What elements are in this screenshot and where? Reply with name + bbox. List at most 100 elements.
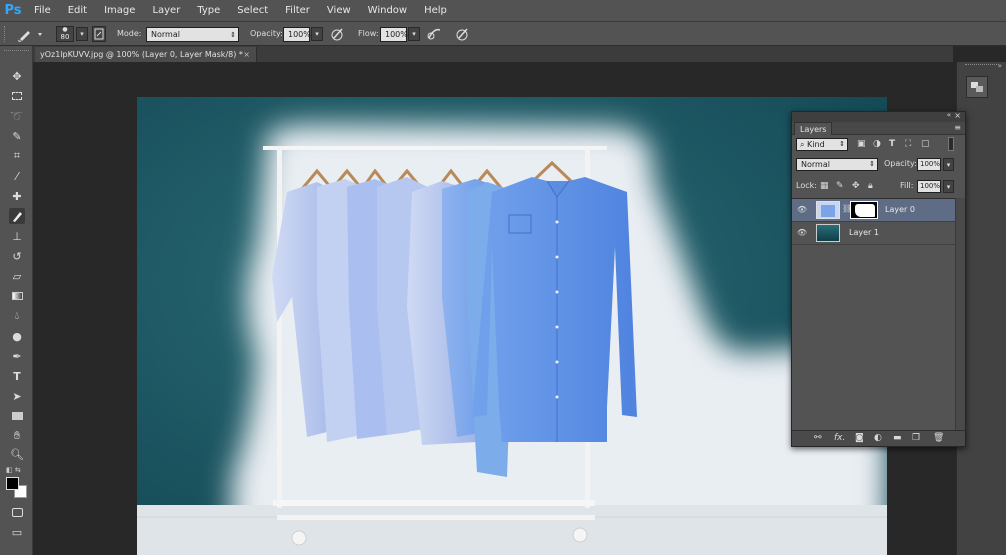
layers-scrollbar[interactable]: [955, 198, 965, 430]
document-tab-title: yOz1lpKUVV.jpg @ 100% (Layer 0, Layer Ma…: [40, 50, 243, 59]
menu-file[interactable]: File: [26, 0, 60, 22]
quick-mask-icon[interactable]: [9, 504, 25, 520]
fill-arrow-icon[interactable]: ▾: [943, 180, 954, 193]
move-tool-icon[interactable]: ✥: [9, 68, 25, 84]
visibility-eye-icon[interactable]: 👁︎: [796, 228, 808, 237]
layer-opacity-arrow-icon[interactable]: ▾: [943, 158, 954, 171]
filter-toggle[interactable]: [948, 137, 954, 151]
adjustment-filter-icon[interactable]: ◑: [873, 139, 881, 149]
flow-arrow-icon[interactable]: ▾: [408, 27, 420, 41]
eraser-tool-icon[interactable]: ▱: [9, 268, 25, 284]
options-bar: ● 80 ▾ Mode: Normal ⇕ Opacity: 100% ▾ Fl…: [0, 22, 1006, 46]
menu-help[interactable]: Help: [416, 0, 456, 22]
type-filter-icon[interactable]: T: [889, 139, 895, 149]
brush-size-value: 80: [60, 33, 70, 41]
menu-view[interactable]: View: [319, 0, 360, 22]
dock-collapse-icon[interactable]: »: [998, 62, 1002, 70]
history-brush-tool-icon[interactable]: ↺: [9, 248, 25, 264]
quick-selection-tool-icon[interactable]: ✎: [9, 128, 25, 144]
pressure-size-icon: [456, 28, 468, 41]
brush-tool-icon[interactable]: [9, 208, 25, 224]
pressure-size-button[interactable]: [454, 26, 470, 42]
mode-label: Mode:: [117, 29, 142, 38]
blend-mode-dropdown[interactable]: Normal ⇕: [796, 158, 878, 171]
crop-tool-icon[interactable]: ⌗: [9, 148, 25, 164]
lock-label: Lock:: [796, 181, 817, 190]
dock-grip[interactable]: [965, 64, 999, 70]
zoom-tool-icon[interactable]: 🔍︎: [9, 446, 25, 462]
brush-panel-toggle[interactable]: [92, 26, 106, 42]
hand-tool-icon[interactable]: ✋︎: [9, 428, 25, 444]
menu-type[interactable]: Type: [189, 0, 229, 22]
shape-filter-icon[interactable]: ⛶: [905, 139, 911, 149]
opacity-arrow-icon[interactable]: ▾: [311, 27, 323, 41]
brush-picker-arrow-icon[interactable]: ▾: [76, 27, 88, 41]
photoshop-logo[interactable]: Ps: [0, 0, 26, 22]
layer-row-layer-1[interactable]: 👁︎ Layer 1: [792, 222, 955, 245]
add-mask-icon[interactable]: ◙: [855, 433, 864, 443]
mode-dropdown[interactable]: Normal ⇕: [146, 27, 239, 42]
menu-select[interactable]: Select: [229, 0, 277, 22]
foreground-color-swatch[interactable]: [6, 477, 19, 490]
pen-tool-icon[interactable]: ✒︎: [9, 348, 25, 364]
layer-style-fx-icon[interactable]: fx.: [834, 433, 845, 443]
visibility-eye-icon[interactable]: 👁︎: [796, 205, 808, 214]
menu-window[interactable]: Window: [360, 0, 416, 22]
panel-tab-bar: Layers ≡: [792, 122, 965, 135]
layer-opacity-input[interactable]: 100%: [917, 158, 941, 171]
eyedropper-tool-icon[interactable]: ⁄: [9, 168, 25, 184]
default-colors-icon[interactable]: ◧ ⇆: [6, 466, 21, 474]
adjustment-layer-icon[interactable]: ◐: [874, 433, 882, 443]
menu-edit[interactable]: Edit: [60, 0, 96, 22]
path-selection-tool-icon[interactable]: ➤: [9, 388, 25, 404]
layer-1-name[interactable]: Layer 1: [849, 222, 879, 244]
document-image[interactable]: [137, 97, 887, 555]
lock-position-icon[interactable]: ✥: [852, 181, 860, 191]
panel-header[interactable]: « ×: [792, 111, 965, 122]
flow-input[interactable]: 100%: [380, 27, 408, 42]
lock-paint-icon[interactable]: ✎: [836, 181, 844, 191]
pressure-pen-icon: [331, 28, 343, 41]
lasso-tool-icon[interactable]: ➰: [9, 108, 25, 124]
healing-brush-tool-icon[interactable]: ✚: [9, 188, 25, 204]
marquee-tool-icon[interactable]: [9, 88, 25, 104]
filter-kind-label: Kind: [807, 140, 825, 149]
panel-collapse-icon[interactable]: «: [947, 111, 951, 119]
tab-layers[interactable]: Layers: [794, 122, 833, 135]
lock-transparent-icon[interactable]: ▦: [820, 181, 829, 191]
toolbar-grip[interactable]: [4, 50, 29, 54]
layer-row-layer-0[interactable]: 👁︎ ⛓︎ Layer 0: [792, 199, 955, 222]
panel-menu-icon[interactable]: ≡: [954, 123, 961, 132]
smart-object-filter-icon[interactable]: ▢: [921, 139, 930, 149]
close-tab-icon[interactable]: ×: [243, 47, 250, 62]
fill-input[interactable]: 100%: [917, 180, 941, 193]
options-grip[interactable]: [4, 26, 8, 42]
layer-0-name[interactable]: Layer 0: [885, 199, 915, 221]
pressure-opacity-button[interactable]: [329, 26, 345, 42]
pixel-filter-icon[interactable]: ▣: [857, 139, 866, 149]
filter-kind-dropdown[interactable]: ⌕ Kind ⇕: [796, 138, 848, 151]
delete-layer-icon[interactable]: 🗑︎: [933, 433, 944, 443]
clone-stamp-tool-icon[interactable]: ⊥: [9, 228, 25, 244]
link-layers-icon[interactable]: ⚯: [814, 433, 822, 443]
airbrush-button[interactable]: [426, 26, 442, 42]
dodge-tool-icon[interactable]: ●: [9, 328, 25, 344]
panel-close-icon[interactable]: ×: [954, 111, 961, 120]
new-group-icon[interactable]: ▬: [893, 433, 902, 443]
new-layer-icon[interactable]: ❐: [912, 433, 920, 443]
screen-mode-icon[interactable]: ▭: [9, 524, 25, 540]
document-tab[interactable]: yOz1lpKUVV.jpg @ 100% (Layer 0, Layer Ma…: [35, 47, 257, 62]
blur-tool-icon[interactable]: 💧︎: [9, 308, 25, 324]
layer-mask-thumbnail[interactable]: [850, 201, 878, 219]
menu-layer[interactable]: Layer: [144, 0, 189, 22]
type-tool-icon[interactable]: T: [9, 368, 25, 384]
tool-preset-picker[interactable]: [16, 26, 46, 42]
brush-size-picker[interactable]: ● 80: [56, 26, 74, 42]
dock-history-button[interactable]: [966, 76, 988, 98]
rectangle-tool-icon[interactable]: [9, 408, 25, 424]
lock-all-icon[interactable]: 🔒︎: [868, 181, 873, 191]
opacity-input[interactable]: 100%: [283, 27, 311, 42]
menu-image[interactable]: Image: [96, 0, 144, 22]
menu-filter[interactable]: Filter: [277, 0, 319, 22]
gradient-tool-icon[interactable]: [9, 288, 25, 304]
